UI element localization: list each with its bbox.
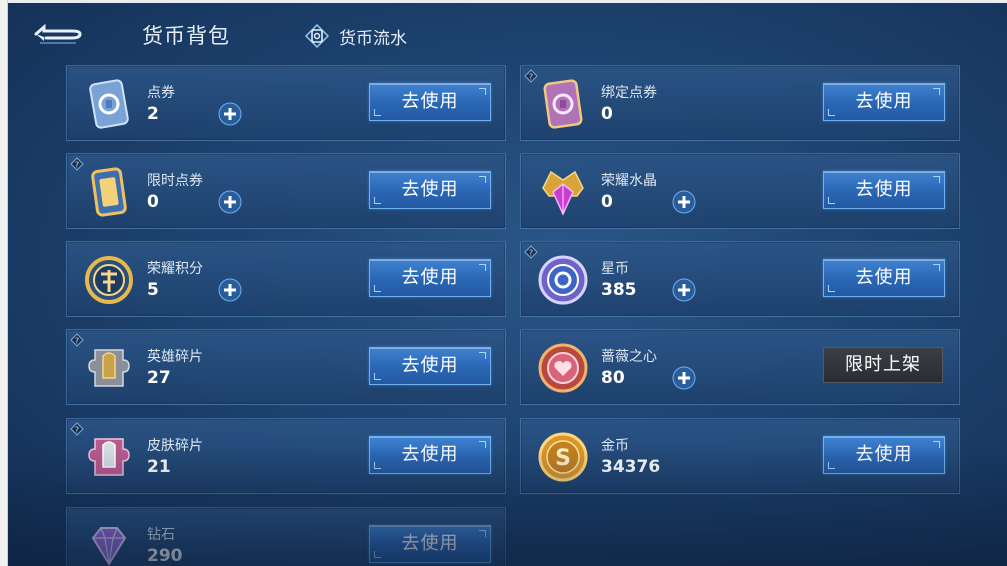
currency-name: 点券 [147,85,175,101]
svg-text:S: S [555,446,571,471]
currency-name: 钻石 [147,527,175,543]
limited-voucher-icon [91,167,127,217]
currency-name: 星币 [601,261,629,277]
currency-count: 0 [601,192,613,212]
currency-name: 英雄碎片 [147,349,203,365]
currency-name: 皮肤碎片 [147,438,203,454]
use-button[interactable]: 去使用 [823,83,945,121]
bound-voucher-icon [543,79,583,129]
currency-name: 金币 [601,438,629,454]
diamond-icon [91,527,127,566]
currency-count: 0 [601,104,613,124]
currency-card-glory-points: 荣耀积分 5 去使用 [66,241,506,317]
currency-count: 385 [601,280,637,300]
use-button[interactable]: 去使用 [369,259,491,297]
plus-icon[interactable] [671,277,697,303]
plus-icon[interactable] [217,277,243,303]
currency-count: 27 [147,368,171,388]
currency-card-rose-heart: 蔷薇之心 80 限时上架 [520,329,960,405]
flow-ticket-icon [304,23,330,49]
currency-card-bound-voucher: ? 绑定点券 0 去使用 [520,65,960,141]
currency-card-hero-fragment: ? 英雄碎片 27 去使用 [66,329,506,405]
currency-card-gold-coin: S 金币 34376 去使用 [520,418,960,494]
back-button[interactable] [32,21,86,47]
currency-card-glory-crystal: 荣耀水晶 0 去使用 [520,153,960,229]
currency-flow-link[interactable]: 货币流水 [304,23,407,49]
use-button[interactable]: 去使用 [369,525,491,563]
use-button[interactable]: 去使用 [369,83,491,121]
currency-name: 荣耀水晶 [601,173,657,189]
currency-name: 荣耀积分 [147,261,203,277]
currency-count: 34376 [601,457,661,477]
glory-points-icon [85,256,133,304]
use-button[interactable]: 去使用 [369,347,491,385]
star-coin-icon [538,255,588,305]
currency-count: 5 [147,280,159,300]
currency-card-limited-voucher: ? 限时点券 0 去使用 [66,153,506,229]
currency-count: 290 [147,546,183,566]
currency-count: 0 [147,192,159,212]
skin-fragment-icon [88,438,130,476]
gold-coin-icon: S [538,432,588,482]
currency-backpack-screen: 货币背包 货币流水 点券 2 去使用 ? 绑定点券 0 去使用 ? 限时点券 0… [8,3,1007,566]
currency-count: 21 [147,457,171,477]
currency-card-star-coin: ? 星币 385 去使用 [520,241,960,317]
limited-time-button[interactable]: 限时上架 [823,347,943,383]
currency-name: 蔷薇之心 [601,349,657,365]
use-button[interactable]: 去使用 [369,436,491,474]
window-edge [0,0,8,566]
page-title: 货币背包 [142,24,230,48]
currency-card-diamond: 钻石 290 去使用 [66,507,506,566]
plus-icon[interactable] [671,189,697,215]
rose-heart-icon [538,343,588,393]
glory-crystal-icon [542,170,584,216]
back-arrow-icon [34,23,82,44]
plus-icon[interactable] [671,365,697,391]
currency-name: 绑定点券 [601,85,657,101]
use-button[interactable]: 去使用 [823,259,945,297]
currency-card-voucher: 点券 2 去使用 [66,65,506,141]
currency-count: 2 [147,104,159,124]
currency-card-skin-fragment: ? 皮肤碎片 21 去使用 [66,418,506,494]
currency-flow-label: 货币流水 [339,28,407,49]
plus-icon[interactable] [217,101,243,127]
hero-fragment-icon [88,349,130,387]
use-button[interactable]: 去使用 [823,171,945,209]
use-button[interactable]: 去使用 [823,436,945,474]
currency-count: 80 [601,368,625,388]
voucher-ticket-icon [89,79,129,129]
plus-icon[interactable] [217,189,243,215]
currency-name: 限时点券 [147,173,203,189]
use-button[interactable]: 去使用 [369,171,491,209]
